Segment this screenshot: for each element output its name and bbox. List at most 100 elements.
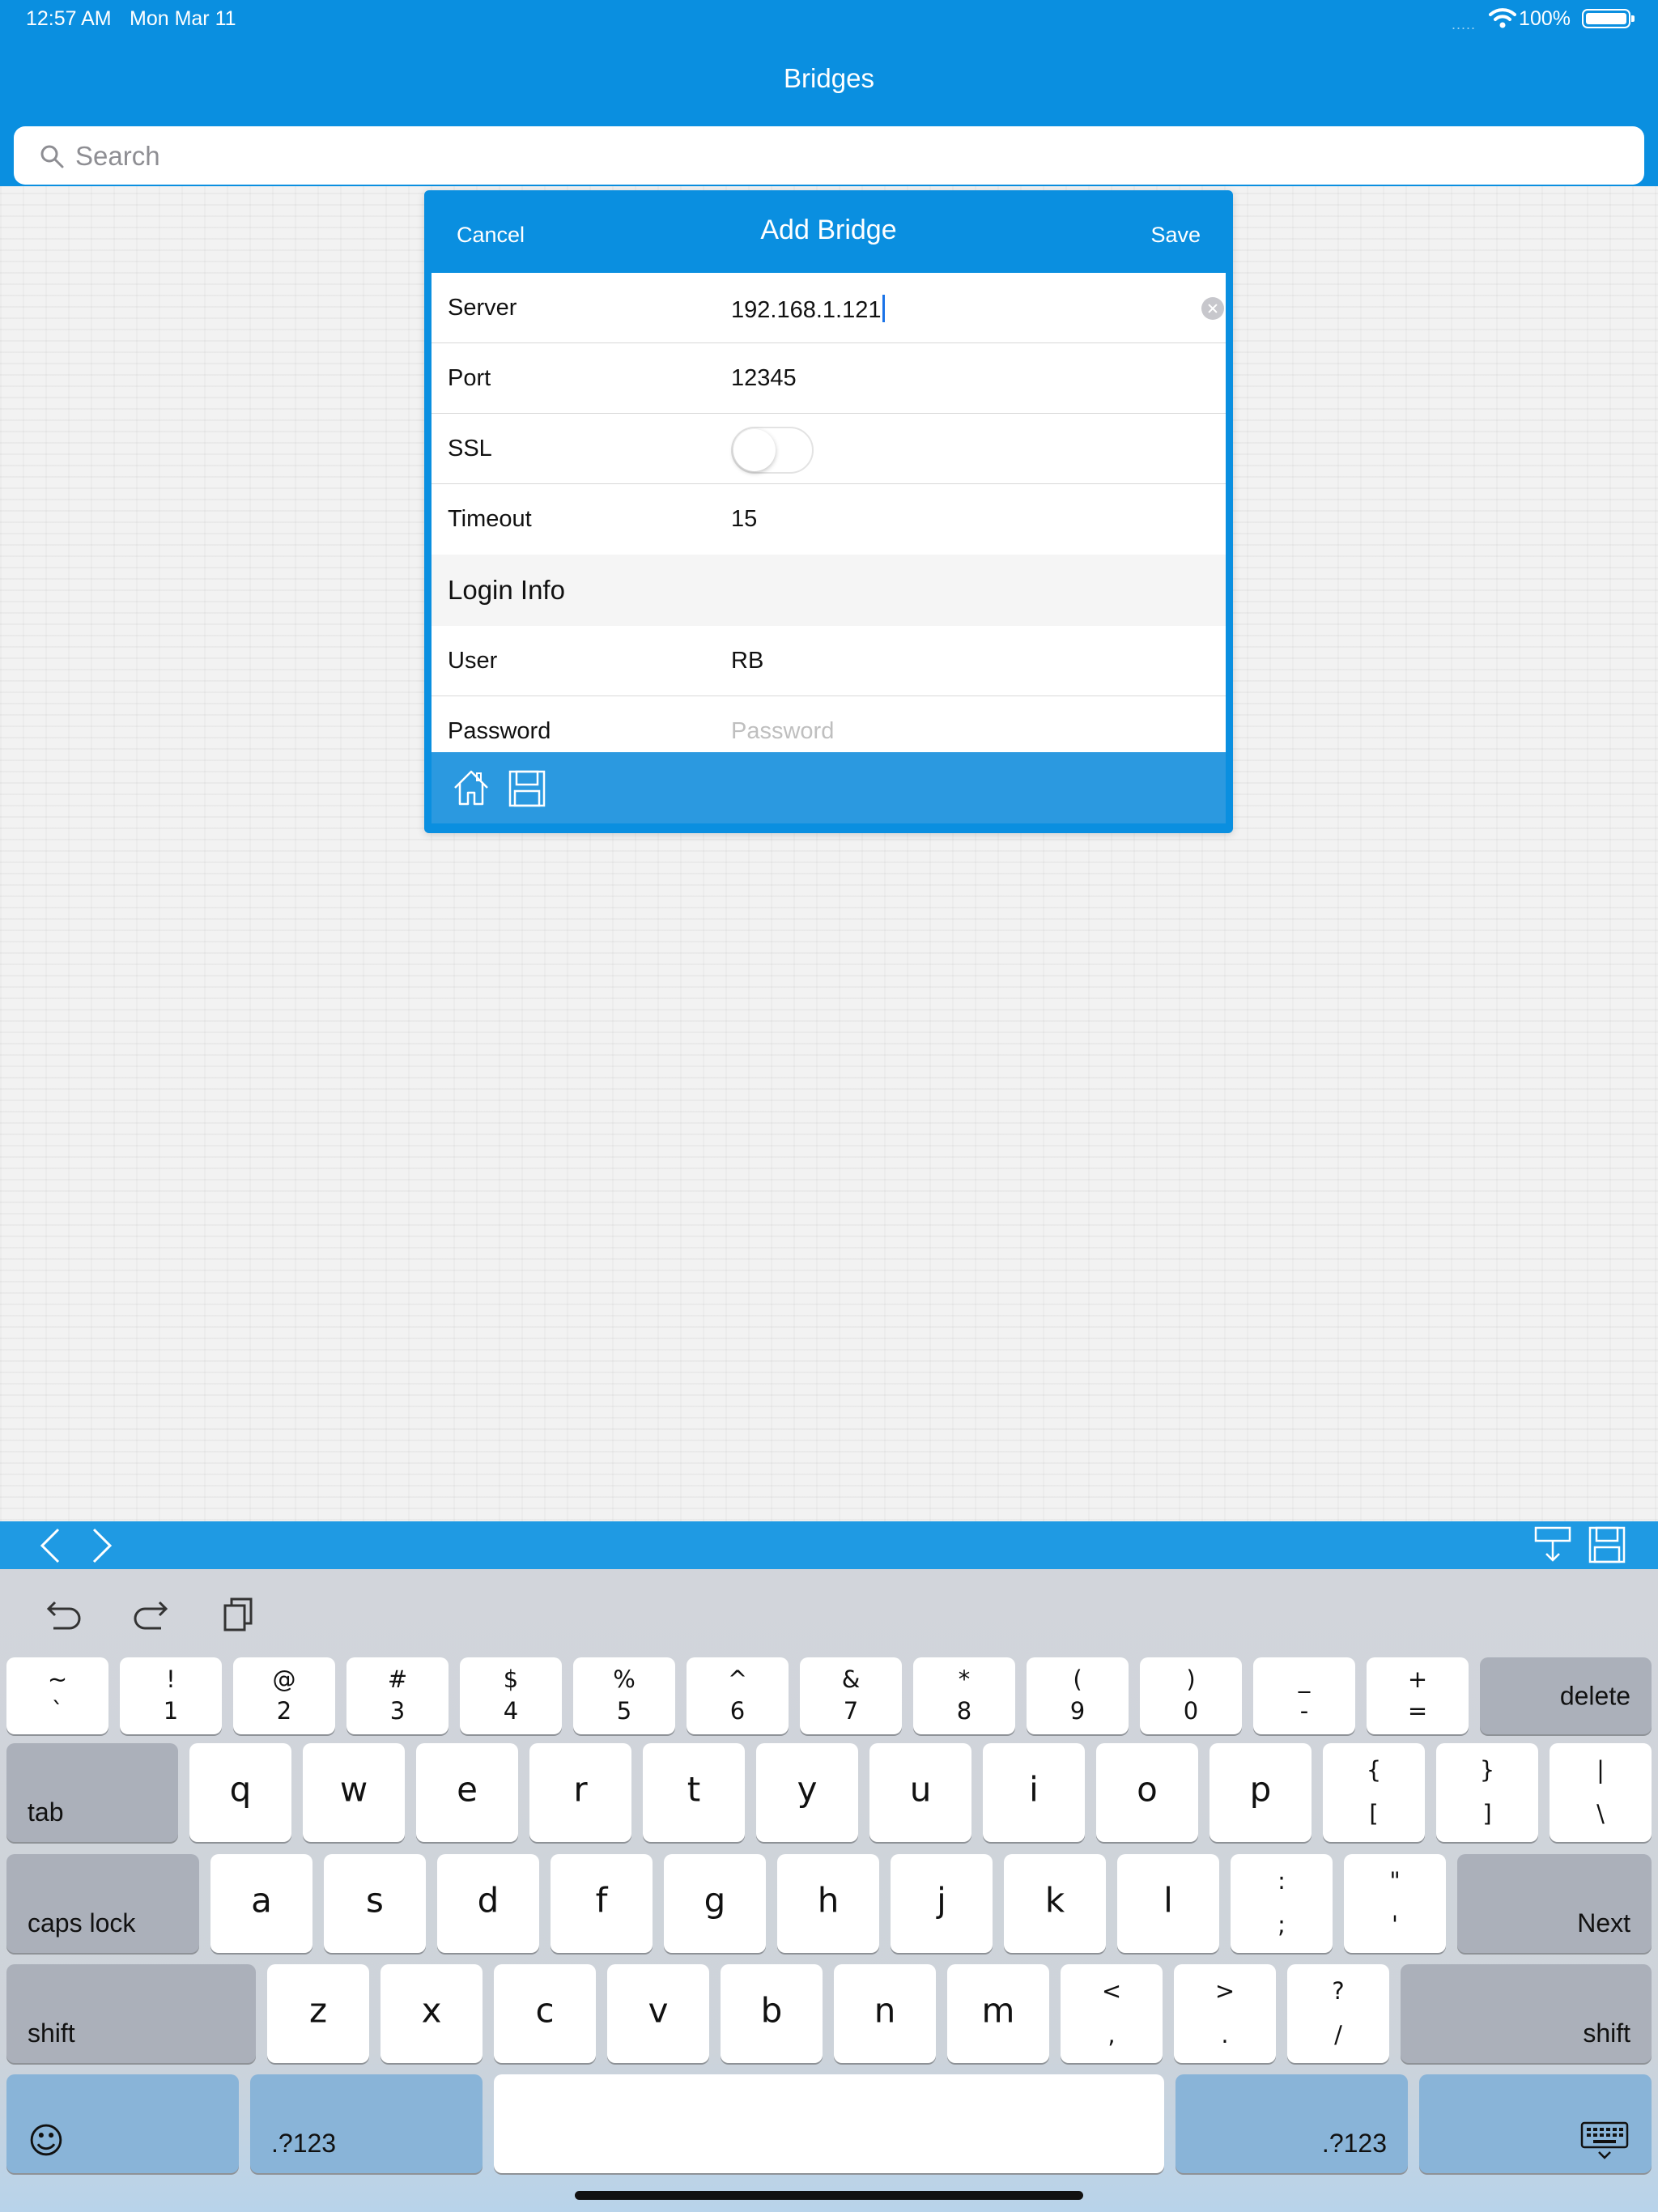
dismiss-keyboard-icon[interactable] xyxy=(1534,1526,1571,1563)
key-u[interactable]: u xyxy=(869,1743,971,1842)
key-x[interactable]: x xyxy=(380,1964,483,2063)
key-equals[interactable]: + = xyxy=(1367,1657,1469,1734)
key-period[interactable]: >. xyxy=(1174,1964,1276,2063)
numbers-key-right[interactable]: .?123 xyxy=(1175,2074,1408,2173)
key-k[interactable]: k xyxy=(1004,1854,1106,1953)
server-value: 192.168.1.121 xyxy=(731,297,882,323)
key-8[interactable]: * 8 xyxy=(913,1657,1015,1734)
timeout-field[interactable]: 15 xyxy=(731,506,757,533)
key-7[interactable]: & 7 xyxy=(800,1657,902,1734)
key-l[interactable]: l xyxy=(1117,1854,1219,1953)
server-label: Server xyxy=(448,295,517,321)
wifi-icon xyxy=(1489,8,1516,28)
key-bracket-right[interactable]: }] xyxy=(1436,1743,1538,1842)
key-r[interactable]: r xyxy=(529,1743,631,1842)
key-g[interactable]: g xyxy=(664,1854,766,1953)
search-input[interactable] xyxy=(74,133,1615,180)
floppy-disk-icon[interactable] xyxy=(1588,1526,1626,1563)
key-semicolon[interactable]: :; xyxy=(1231,1854,1333,1953)
clear-text-icon[interactable] xyxy=(1201,297,1224,320)
port-row[interactable]: Port 12345 xyxy=(432,343,1226,414)
key-o[interactable]: o xyxy=(1096,1743,1198,1842)
key-t[interactable]: t xyxy=(643,1743,745,1842)
ssl-toggle[interactable] xyxy=(731,427,814,474)
key-b[interactable]: b xyxy=(721,1964,823,2063)
space-bar[interactable] xyxy=(494,2074,1164,2173)
key-h[interactable]: h xyxy=(777,1854,879,1953)
key-backtick[interactable]: ~ ` xyxy=(6,1657,108,1734)
key-p[interactable]: p xyxy=(1209,1743,1312,1842)
login-info-section-header: Login Info xyxy=(432,555,1226,626)
dialog-toolbar xyxy=(432,752,1226,823)
key-minus[interactable]: _ - xyxy=(1253,1657,1355,1734)
emoji-icon: ☺ xyxy=(28,2121,65,2162)
shift-right-key[interactable]: shift xyxy=(1401,1964,1652,2063)
key-w[interactable]: w xyxy=(303,1743,405,1842)
keyboard-hide-icon xyxy=(1580,2121,1629,2159)
key-d[interactable]: d xyxy=(437,1854,539,1953)
next-key[interactable]: Next xyxy=(1457,1854,1652,1953)
emoji-key[interactable]: ☺ xyxy=(6,2074,239,2173)
key-comma[interactable]: <, xyxy=(1061,1964,1163,2063)
search-bar[interactable] xyxy=(14,126,1644,185)
chevron-left-icon[interactable] xyxy=(37,1528,63,1563)
server-row[interactable]: Server 192.168.1.121 xyxy=(432,273,1226,343)
battery-percentage: 100% xyxy=(1519,7,1571,30)
key-f[interactable]: f xyxy=(551,1854,653,1953)
user-field[interactable]: RB xyxy=(731,648,763,674)
key-c[interactable]: c xyxy=(494,1964,596,2063)
page-title: Bridges xyxy=(784,63,874,93)
chevron-right-icon[interactable] xyxy=(89,1528,115,1563)
key-bracket-left[interactable]: {[ xyxy=(1323,1743,1425,1842)
key-m[interactable]: m xyxy=(947,1964,1049,2063)
undo-icon[interactable] xyxy=(45,1599,83,1631)
key-2[interactable]: @2 xyxy=(233,1657,335,1734)
key-slash[interactable]: ? / xyxy=(1287,1964,1389,2063)
redo-icon[interactable] xyxy=(132,1599,169,1631)
keyboard-accessory-bar xyxy=(0,1521,1658,1569)
numbers-key-left[interactable]: .?123 xyxy=(250,2074,483,2173)
port-label: Port xyxy=(448,365,491,391)
caps-lock-key[interactable]: caps lock xyxy=(6,1854,199,1953)
shift-left-key[interactable]: shift xyxy=(6,1964,256,2063)
key-3[interactable]: #3 xyxy=(346,1657,449,1734)
key-4[interactable]: $4 xyxy=(460,1657,562,1734)
password-field[interactable]: Password xyxy=(731,718,834,745)
signal-icon: ..... xyxy=(1451,16,1476,32)
user-row[interactable]: User RB xyxy=(432,626,1226,696)
key-0[interactable]: ) 0 xyxy=(1140,1657,1242,1734)
password-row[interactable]: Password Password xyxy=(432,696,1226,752)
key-6[interactable]: ^ 6 xyxy=(687,1657,789,1734)
key-a[interactable]: a xyxy=(210,1854,312,1953)
bridge-form: Server 192.168.1.121 Port 12345 SSL Time… xyxy=(432,273,1226,752)
key-5[interactable]: % 5 xyxy=(573,1657,675,1734)
save-button[interactable]: Save xyxy=(1150,223,1201,248)
key-j[interactable]: j xyxy=(891,1854,993,1953)
home-indicator[interactable] xyxy=(575,2191,1083,2200)
timeout-label: Timeout xyxy=(448,506,532,532)
home-icon[interactable] xyxy=(453,768,490,807)
text-caret xyxy=(882,295,886,322)
floppy-disk-icon[interactable] xyxy=(508,770,546,807)
paste-icon[interactable] xyxy=(222,1596,254,1633)
key-backslash[interactable]: | \ xyxy=(1550,1743,1652,1842)
key-e[interactable]: e xyxy=(416,1743,518,1842)
key-y[interactable]: y xyxy=(756,1743,858,1842)
key-n[interactable]: n xyxy=(834,1964,936,2063)
port-field[interactable]: 12345 xyxy=(731,365,797,392)
key-q[interactable]: q xyxy=(189,1743,291,1842)
key-z[interactable]: z xyxy=(267,1964,369,2063)
status-date: Mon Mar 11 xyxy=(130,7,236,30)
hide-keyboard-key[interactable] xyxy=(1419,2074,1652,2173)
server-field[interactable]: 192.168.1.121 xyxy=(731,295,886,324)
toggle-knob xyxy=(733,429,776,471)
tab-key[interactable]: tab xyxy=(6,1743,178,1842)
timeout-row[interactable]: Timeout 15 xyxy=(432,484,1226,555)
key-i[interactable]: i xyxy=(983,1743,1085,1842)
key-quote[interactable]: " ' xyxy=(1344,1854,1446,1953)
key-9[interactable]: (9 xyxy=(1027,1657,1129,1734)
key-v[interactable]: v xyxy=(607,1964,709,2063)
key-1[interactable]: ! 1 xyxy=(120,1657,222,1734)
delete-key[interactable]: delete xyxy=(1480,1657,1652,1734)
key-s[interactable]: s xyxy=(324,1854,426,1953)
